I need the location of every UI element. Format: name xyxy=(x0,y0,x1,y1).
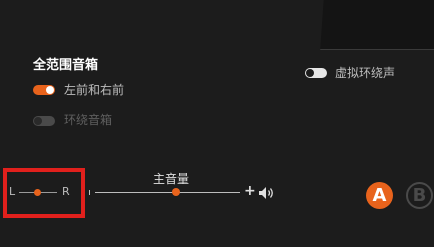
front-lr-label: 左前和右前 xyxy=(64,83,125,97)
front-lr-toggle[interactable] xyxy=(33,85,55,95)
surround-speakers-toggle[interactable] xyxy=(33,116,55,126)
surround-speakers-label: 环绕音箱 xyxy=(64,113,113,127)
balance-slider-handle[interactable] xyxy=(34,189,41,196)
preset-b-button[interactable]: B xyxy=(406,182,433,209)
virtual-surround-label: 虚拟环绕声 xyxy=(335,66,396,80)
volume-plus-label: + xyxy=(244,183,256,199)
balance-left-label: L xyxy=(9,185,16,198)
master-volume-slider-track[interactable] xyxy=(95,192,240,193)
speaker-section-title: 全范围音箱 xyxy=(33,58,99,73)
toggle-knob xyxy=(306,69,314,77)
toggle-knob xyxy=(46,86,54,94)
volume-track-start xyxy=(89,190,90,195)
top-panel-graphic xyxy=(320,0,434,50)
balance-right-label: R xyxy=(62,185,70,198)
toggle-knob xyxy=(34,117,42,125)
balance-highlight-box xyxy=(3,168,85,218)
virtual-surround-toggle[interactable] xyxy=(305,68,327,78)
master-volume-title: 主音量 xyxy=(153,172,190,186)
master-volume-slider-handle[interactable] xyxy=(172,188,180,196)
speaker-volume-icon[interactable] xyxy=(258,186,276,200)
preset-a-button[interactable]: A xyxy=(366,182,393,209)
